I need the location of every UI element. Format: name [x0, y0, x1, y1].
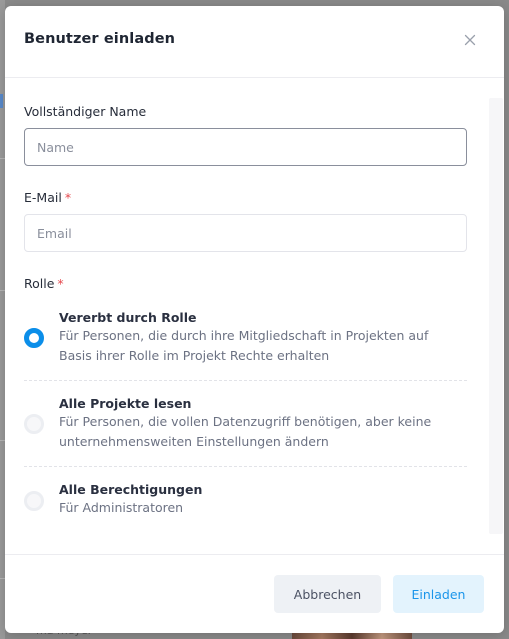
role-option-description: Für Administratoren [59, 500, 184, 515]
email-input[interactable] [24, 214, 467, 252]
role-option-all-permissions[interactable]: Alle Berechtigungen Für Administratoren [24, 466, 467, 533]
name-label-text: Vollständiger Name [24, 104, 147, 119]
name-label: Vollständiger Name [24, 104, 146, 119]
background-link-fragment [0, 94, 3, 108]
modal-body: Vollständiger Name E-Mail* Rolle* Vererb… [5, 78, 504, 554]
role-option-description: Für Personen, die durch ihre Mitgliedsch… [59, 328, 429, 363]
modal-header: Benutzer einladen [5, 6, 504, 78]
radio-button-selected[interactable] [24, 328, 44, 348]
required-marker: * [57, 276, 64, 291]
role-option-read-all[interactable]: Alle Projekte lesen Für Personen, die vo… [24, 380, 467, 467]
scrollbar-track[interactable] [489, 98, 503, 534]
radio-button[interactable] [24, 414, 44, 434]
invite-user-modal: Benutzer einladen Vollständiger Name E-M… [5, 6, 504, 633]
close-button[interactable] [462, 32, 478, 48]
email-label-text: E-Mail [24, 190, 62, 205]
close-icon [464, 34, 476, 46]
modal-footer: Abbrechen Einladen [5, 554, 504, 633]
role-label-text: Rolle [24, 276, 55, 291]
radio-button[interactable] [24, 491, 44, 511]
invite-button[interactable]: Einladen [393, 575, 484, 613]
cancel-button[interactable]: Abbrechen [274, 575, 381, 613]
role-option-title: Alle Berechtigungen [59, 482, 203, 497]
role-option-title: Alle Projekte lesen [59, 396, 192, 411]
role-option-title: Vererbt durch Rolle [59, 310, 197, 325]
role-option-description: Für Personen, die vollen Datenzugriff be… [59, 414, 432, 449]
required-marker: * [64, 190, 72, 205]
role-label: Rolle * [24, 276, 64, 291]
name-input[interactable] [24, 128, 467, 166]
email-label: E-Mail * [24, 190, 71, 205]
modal-title: Benutzer einladen [24, 31, 176, 47]
role-option-inherited[interactable]: Vererbt durch Rolle Für Personen, die du… [24, 302, 467, 380]
